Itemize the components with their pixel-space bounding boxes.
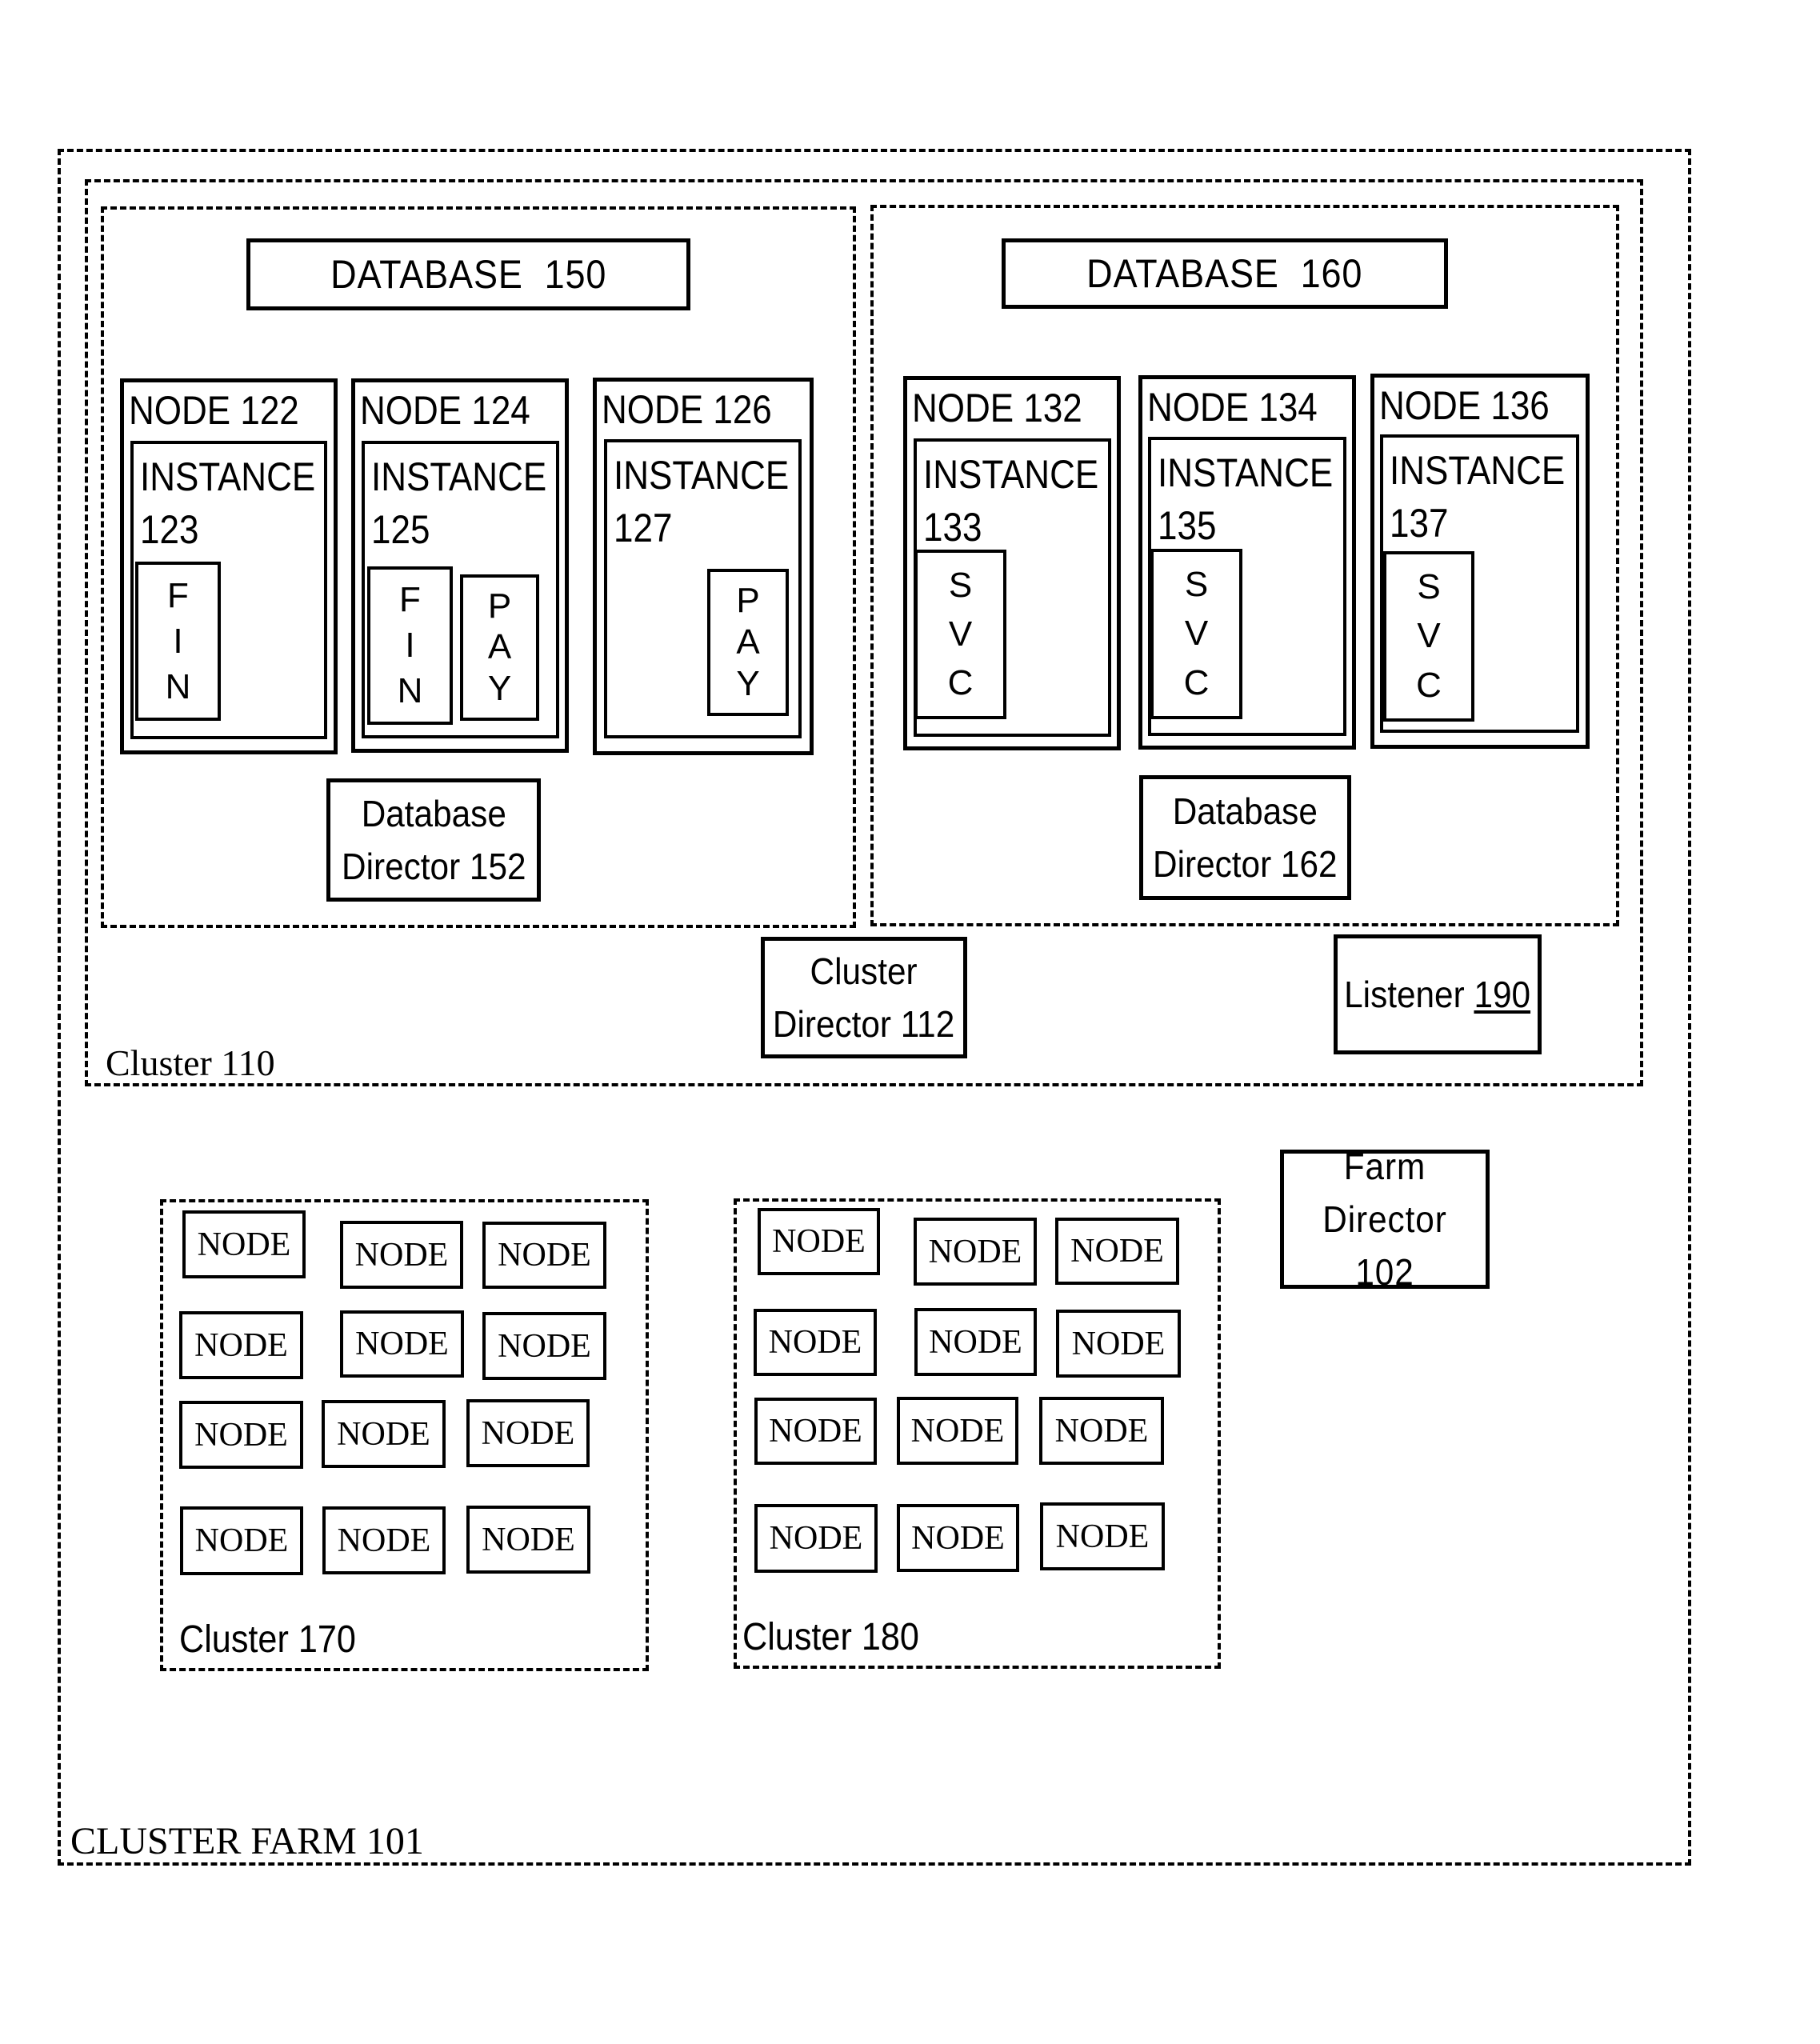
node-box[interactable]: NODE [179, 1311, 303, 1379]
node-box[interactable]: NODE [1039, 1397, 1164, 1465]
service-letter: C [947, 663, 974, 703]
node-box[interactable]: NODE [897, 1504, 1019, 1572]
node-title: NODE 134 [1147, 385, 1318, 430]
node-box[interactable]: NODE [758, 1208, 880, 1275]
service-letter: F [167, 575, 189, 615]
cluster-director-112[interactable]: Cluster Director 112 [761, 937, 967, 1058]
node-box[interactable]: NODE [482, 1222, 606, 1289]
service-letter: C [1183, 663, 1210, 703]
service-svc[interactable]: S V C [1383, 551, 1474, 722]
database-150-title: DATABASE 150 [330, 252, 607, 297]
node-box[interactable]: NODE [322, 1506, 446, 1574]
node-box[interactable]: NODE [340, 1310, 464, 1378]
node-box[interactable]: NODE [340, 1221, 463, 1289]
node-title: NODE 132 [912, 386, 1082, 430]
service-letter: I [405, 625, 415, 665]
node-title: NODE 136 [1379, 383, 1550, 428]
service-fin[interactable]: F I N [367, 566, 453, 725]
node-box[interactable]: NODE [1055, 1218, 1179, 1285]
listener-label: Listener 190 [1345, 973, 1531, 1016]
database-150-box[interactable]: DATABASE 150 [246, 238, 690, 310]
service-letter: P [736, 581, 760, 620]
database-director-162-label: Database Director 162 [1153, 790, 1338, 885]
listener-number: 190 [1474, 974, 1531, 1015]
service-fin[interactable]: F I N [135, 562, 221, 721]
node-box[interactable]: NODE [914, 1308, 1037, 1376]
service-letter: S [1417, 566, 1441, 606]
node-box[interactable]: NODE [897, 1397, 1018, 1465]
node-124[interactable]: NODE 124 INSTANCE 125 F I N P A Y [351, 378, 569, 753]
service-letter: Y [487, 669, 512, 709]
database-director-152-label: Database Director 152 [341, 793, 526, 887]
service-letter: N [165, 666, 191, 706]
service-letter: I [173, 621, 183, 661]
cluster-180-label: Cluster 180 [742, 1616, 919, 1658]
instance-label: INSTANCE 125 [371, 454, 547, 552]
instance-label: INSTANCE 137 [1390, 448, 1566, 546]
service-letter: P [487, 586, 512, 626]
service-letter: Y [736, 664, 760, 703]
node-box[interactable]: NODE [180, 1506, 303, 1575]
service-letter: S [948, 565, 973, 605]
node-box[interactable]: NODE [754, 1309, 877, 1376]
service-letter: C [1416, 666, 1442, 706]
node-box[interactable]: NODE [466, 1399, 590, 1467]
node-box[interactable]: NODE [1056, 1310, 1181, 1378]
cluster-110-label: Cluster 110 [106, 1042, 275, 1083]
database-160-title: DATABASE 160 [1086, 251, 1363, 296]
node-136[interactable]: NODE 136 INSTANCE 137 S V C [1370, 374, 1590, 749]
service-letter: N [397, 670, 423, 710]
node-122[interactable]: NODE 122 INSTANCE 123 F I N [120, 378, 338, 754]
service-letter: V [1184, 614, 1209, 654]
service-letter: V [948, 614, 973, 654]
database-director-152[interactable]: Database Director 152 [326, 778, 541, 902]
database-director-162[interactable]: Database Director 162 [1139, 775, 1351, 900]
database-160-box[interactable]: DATABASE 160 [1002, 238, 1448, 309]
service-letter: S [1184, 564, 1209, 604]
node-box[interactable]: NODE [482, 1312, 606, 1380]
instance-label: INSTANCE 123 [140, 454, 316, 552]
node-132[interactable]: NODE 132 INSTANCE 133 S V C [903, 376, 1121, 750]
service-pay[interactable]: P A Y [707, 569, 789, 716]
node-box[interactable]: NODE [754, 1504, 878, 1573]
node-box[interactable]: NODE [754, 1398, 877, 1465]
node-box[interactable]: NODE [466, 1506, 590, 1574]
node-title: NODE 126 [602, 387, 772, 432]
service-letter: A [736, 622, 760, 662]
cluster-170-label: Cluster 170 [179, 1618, 356, 1661]
cluster-farm-label: CLUSTER FARM 101 [70, 1820, 424, 1862]
service-letter: A [487, 627, 512, 667]
listener-190[interactable]: Listener 190 [1334, 934, 1542, 1054]
service-pay[interactable]: P A Y [460, 574, 539, 721]
service-letter: V [1417, 616, 1441, 656]
node-box[interactable]: NODE [914, 1218, 1037, 1286]
node-126[interactable]: NODE 126 INSTANCE 127 P A Y [593, 378, 814, 755]
instance-label: INSTANCE 127 [614, 453, 790, 550]
listener-text: Listener [1344, 974, 1474, 1015]
node-box[interactable]: NODE [179, 1401, 303, 1469]
node-134[interactable]: NODE 134 INSTANCE 135 S V C [1138, 375, 1356, 750]
node-box[interactable]: NODE [1040, 1502, 1165, 1570]
node-box[interactable]: NODE [182, 1210, 306, 1278]
cluster-director-112-label: Cluster Director 112 [773, 950, 955, 1045]
node-title: NODE 122 [129, 388, 299, 433]
node-box[interactable]: NODE [322, 1400, 446, 1468]
node-title: NODE 124 [360, 388, 530, 433]
farm-director-102[interactable]: Farm Director 102 [1280, 1146, 1490, 1293]
instance-label: INSTANCE 135 [1158, 450, 1334, 548]
service-svc[interactable]: S V C [1150, 549, 1242, 719]
service-letter: F [399, 580, 421, 620]
service-svc[interactable]: S V C [914, 550, 1006, 719]
farm-director-label: Farm Director 102 [1322, 1146, 1447, 1293]
instance-label: INSTANCE 133 [923, 452, 1099, 550]
